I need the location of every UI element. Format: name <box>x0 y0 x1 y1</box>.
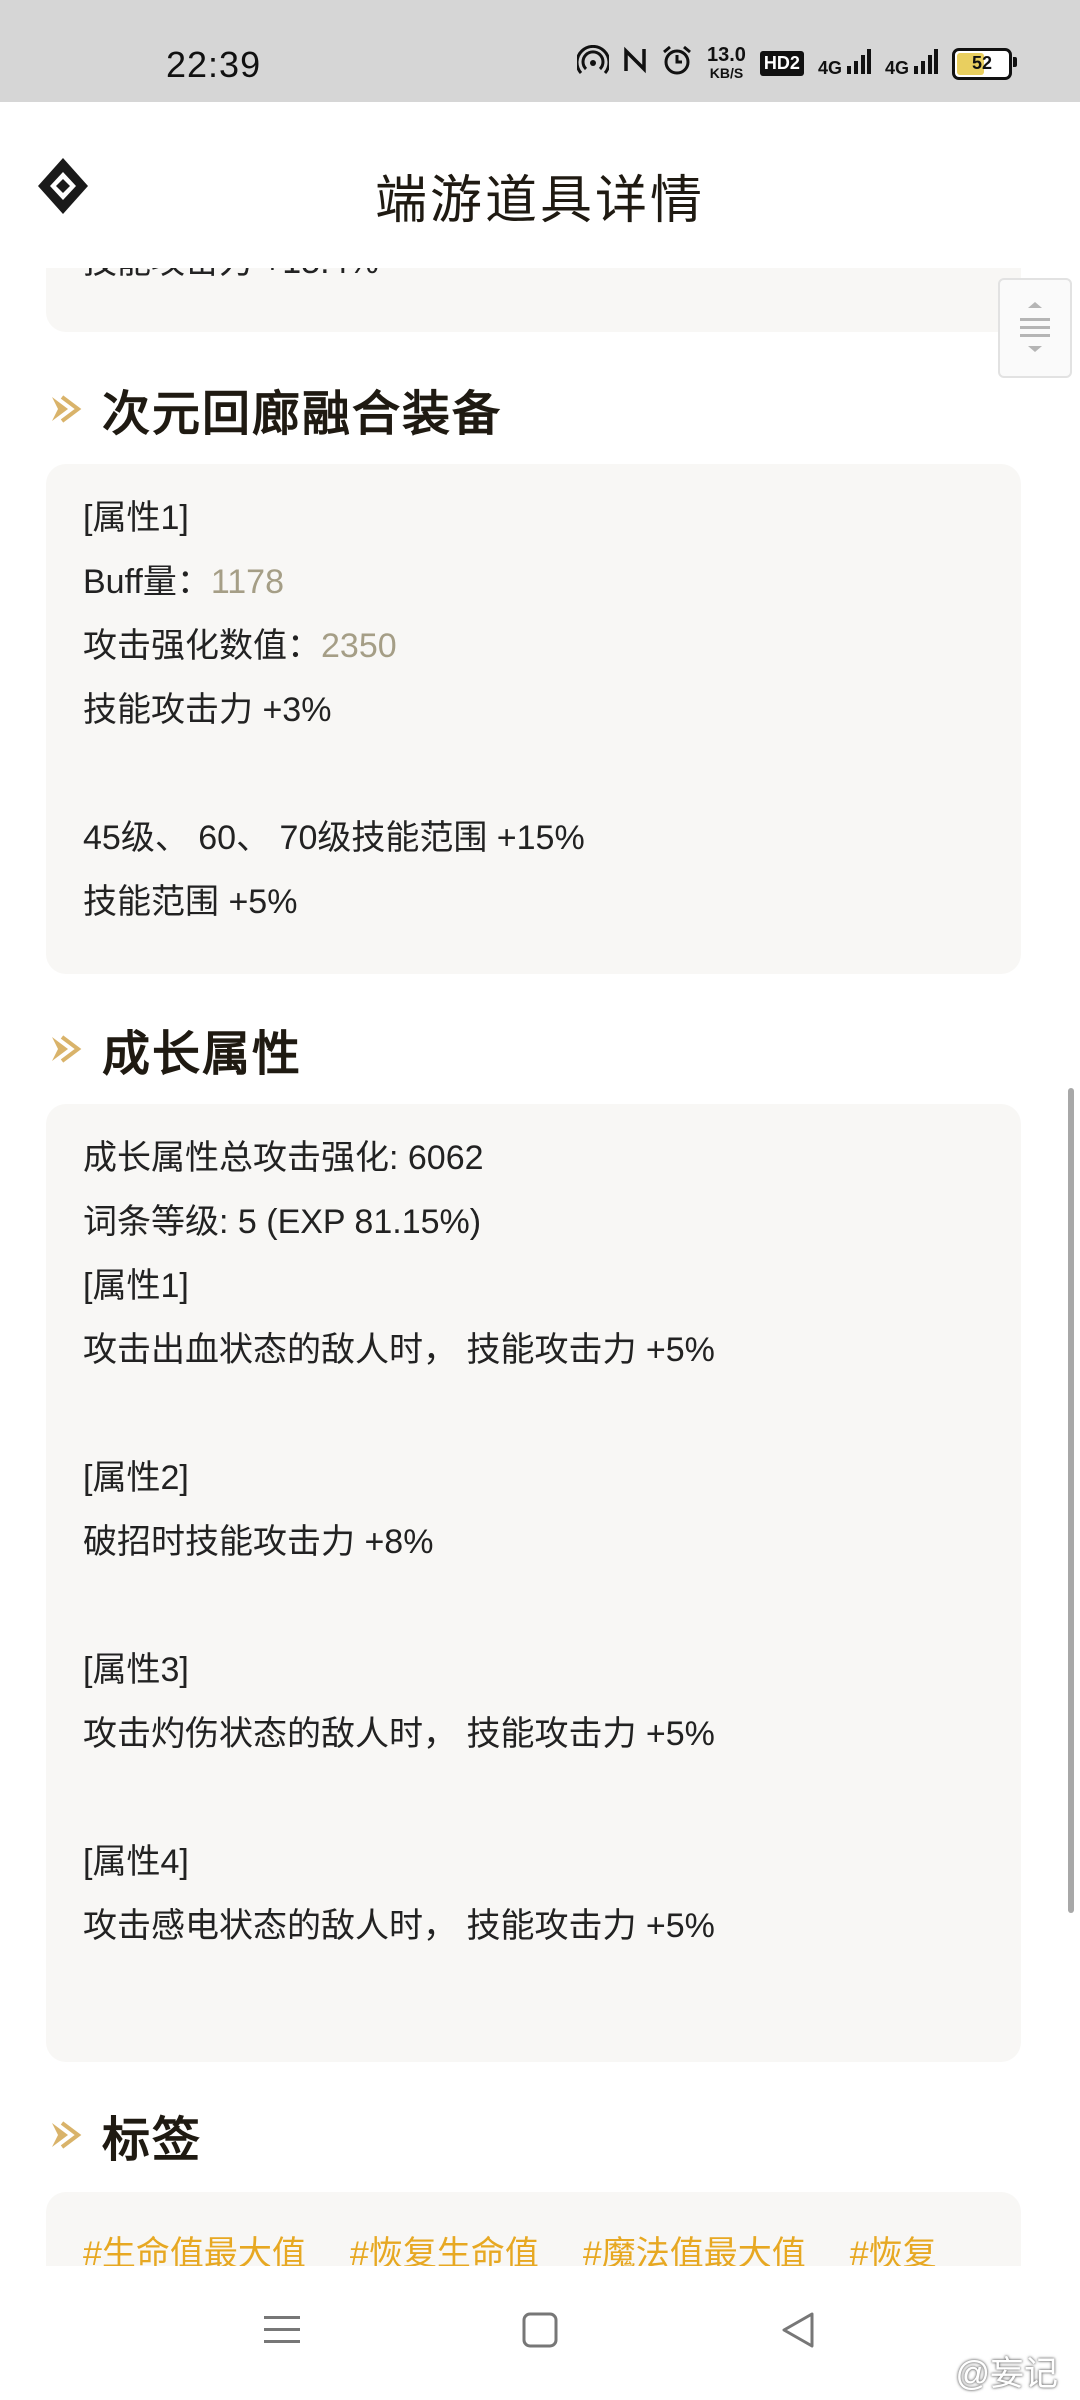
hd-voice-badge: HD2 <box>759 51 804 76</box>
attr1-label: [属性1] <box>83 1267 189 1305</box>
attack-line: 攻击强化数值：2350 <box>83 627 397 665</box>
growth-level: 词条等级: 5 (EXP 81.15%) <box>83 1203 482 1241</box>
attr2-label: [属性2] <box>83 1459 189 1497</box>
tags-card: #生命值最大值 #恢复生命值 #魔法值最大值 #恢复 <box>46 2192 1021 2266</box>
tag-item[interactable]: #魔法值最大值 <box>583 2226 806 2266</box>
skill-attack-line: 技能攻击力 +3% <box>83 691 332 729</box>
skill-range-line: 技能范围 +5% <box>83 883 298 921</box>
fusion-card: [属性1] Buff量：1178 攻击强化数值：2350 技能攻击力 +3% 4… <box>46 464 1021 974</box>
section-header-tags: 标签 <box>46 2100 202 2170</box>
attr1-text: 攻击出血状态的敌人时， 技能攻击力 +5% <box>83 1331 715 1369</box>
section-arrow-icon <box>52 395 82 423</box>
buff-value: 1178 <box>210 563 284 601</box>
signal-4g-2: 4G <box>885 48 938 79</box>
skill-range-levels-line: 45级、 60、 70级技能范围 +15% <box>83 819 585 857</box>
growth-total: 成长属性总攻击强化: 6062 <box>83 1139 484 1177</box>
status-bar: 22:39 13.0 KB/S HD2 4G 4G 52 <box>0 0 1080 102</box>
tag-item[interactable]: #生命值最大值 <box>83 2226 306 2266</box>
alarm-icon <box>661 44 693 83</box>
section-arrow-icon <box>52 1035 82 1063</box>
status-time: 22:39 <box>166 44 262 85</box>
attr3-text: 攻击灼伤状态的敌人时， 技能攻击力 +5% <box>83 1715 715 1753</box>
app-header: 端游道具详情 <box>0 102 1080 268</box>
tag-list: #生命值最大值 #恢复生命值 #魔法值最大值 #恢复 <box>83 2226 1021 2266</box>
page-title: 端游道具详情 <box>374 172 705 230</box>
battery-icon: 52 <box>952 47 1017 80</box>
tag-item[interactable]: #恢复 <box>850 2226 937 2266</box>
tag-item[interactable]: #恢复生命值 <box>350 2226 539 2266</box>
attr4-label: [属性4] <box>83 1843 189 1881</box>
section-title: 次元回廊融合装备 <box>102 388 503 441</box>
prev-card-line: 技能攻击力 +15.4% <box>83 268 1021 292</box>
back-icon[interactable] <box>778 2310 818 2350</box>
section-header-fusion: 次元回廊融合装备 <box>46 374 502 444</box>
section-title: 成长属性 <box>102 1028 303 1081</box>
status-icons: 13.0 KB/S HD2 4G 4G 52 <box>575 43 1017 83</box>
section-arrow-icon <box>52 2121 82 2149</box>
menu-icon[interactable] <box>262 2310 302 2350</box>
network-speed: 13.0 KB/S <box>706 43 746 81</box>
hotspot-icon <box>575 44 611 82</box>
attack-value: 2350 <box>321 627 397 665</box>
signal-4g-1: 4G <box>818 48 871 79</box>
prev-card: 技能攻击力 +15.4% <box>46 268 1021 332</box>
list-menu-icon <box>1020 302 1050 352</box>
attr2-text: 破招时技能攻击力 +8% <box>83 1523 434 1561</box>
item-detail-content: 技能攻击力 +15.4% 次元回廊融合装备 [属性1] Buff量：1178 攻… <box>0 268 1080 2266</box>
attr-label: [属性1] <box>83 499 189 537</box>
section-title: 标签 <box>102 2114 203 2167</box>
home-icon[interactable] <box>520 2310 560 2350</box>
floating-menu-button[interactable] <box>998 278 1072 378</box>
scrollbar[interactable] <box>1068 1088 1074 1913</box>
attr3-label: [属性3] <box>83 1651 189 1689</box>
watermark: @妄记 <box>955 2355 1058 2393</box>
system-nav-bar <box>0 2266 1080 2400</box>
buff-line: Buff量：1178 <box>83 563 284 601</box>
growth-card: 成长属性总攻击强化: 6062 词条等级: 5 (EXP 81.15%) [属性… <box>46 1104 1021 2062</box>
attr4-text: 攻击感电状态的敌人时， 技能攻击力 +5% <box>83 1907 715 1945</box>
nfc-icon <box>623 45 647 82</box>
section-header-growth: 成长属性 <box>46 1014 302 1084</box>
